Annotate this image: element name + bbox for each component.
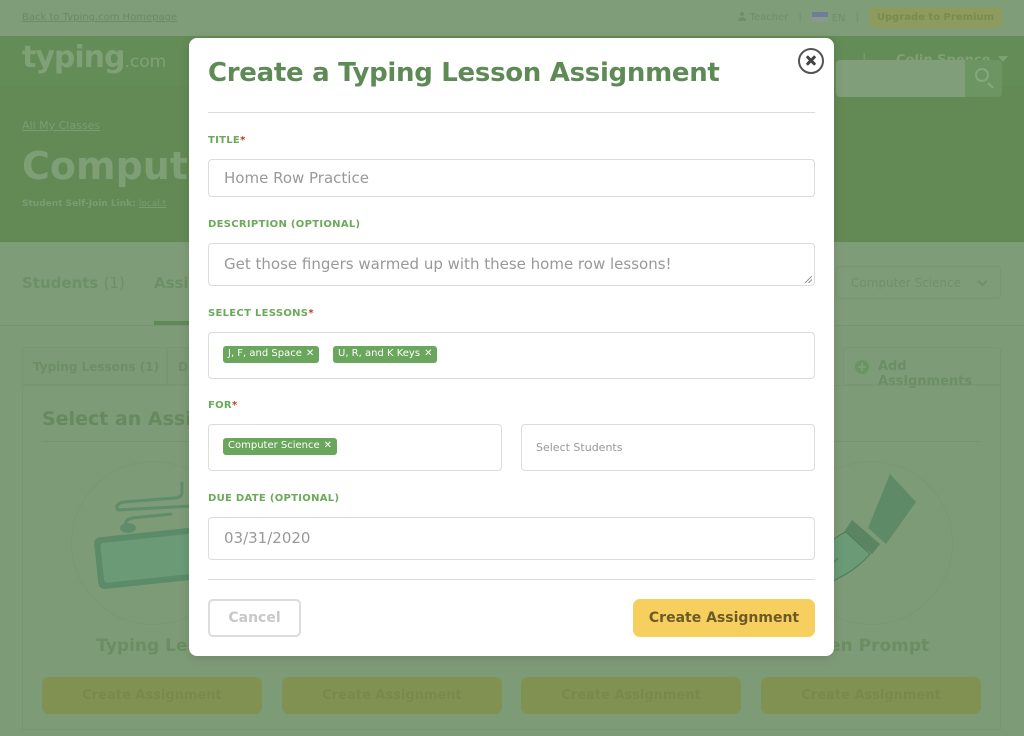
- user-icon: [737, 12, 746, 21]
- topbar-right: Teacher | EN | Upgrade to Premium: [737, 7, 1002, 28]
- self-join-label: Student Self-Join Link:: [22, 199, 136, 209]
- for-label: FOR*: [208, 400, 237, 411]
- cancel-button[interactable]: Cancel: [208, 599, 301, 637]
- role-indicator[interactable]: Teacher: [737, 12, 789, 23]
- remove-tag-icon[interactable]: ✕: [424, 348, 432, 359]
- label-text: FOR: [208, 400, 232, 411]
- search-icon: [975, 68, 989, 82]
- logo-suffix: .com: [124, 52, 167, 72]
- breadcrumb-all-classes[interactable]: All My Classes: [22, 119, 100, 132]
- divider: |: [855, 12, 859, 23]
- remove-tag-icon[interactable]: ✕: [306, 348, 314, 359]
- active-tab-indicator: [154, 321, 194, 325]
- class-multiselect[interactable]: Computer Science ✕: [208, 424, 502, 471]
- tag-label: U, R, and K Keys: [338, 348, 421, 359]
- divider: |: [798, 12, 802, 23]
- divider: [208, 112, 815, 113]
- lesson-tag: U, R, and K Keys ✕: [333, 346, 438, 363]
- required-marker: *: [308, 308, 314, 319]
- language-label: EN: [831, 12, 846, 24]
- language-selector[interactable]: EN: [811, 11, 846, 24]
- description-textarea[interactable]: Get those fingers warmed up with these h…: [208, 243, 815, 286]
- tab-label: Assi: [154, 274, 189, 292]
- create-assignment-button[interactable]: Create Assignment: [761, 677, 981, 714]
- chevron-down-icon: [977, 276, 988, 287]
- students-select[interactable]: Select Students: [521, 424, 815, 471]
- tab-label: Students: [22, 274, 99, 292]
- logo-text: typing: [22, 40, 125, 75]
- due-date-input[interactable]: 03/31/2020: [208, 517, 815, 560]
- title-input[interactable]: Home Row Practice: [208, 159, 815, 197]
- create-assignment-button[interactable]: Create Assignment: [42, 677, 262, 714]
- back-to-homepage-link[interactable]: Back to Typing.com Homepage: [22, 12, 177, 23]
- tag-label: Computer Science: [228, 440, 320, 451]
- class-select-dropdown[interactable]: Computer Science: [836, 266, 1001, 299]
- add-assignments-button[interactable]: Add Assignments: [843, 347, 1001, 389]
- class-tag: Computer Science ✕: [223, 438, 338, 455]
- label-text: TITLE: [208, 135, 241, 146]
- class-title: Compute: [22, 144, 214, 188]
- tab-students[interactable]: Students (1): [22, 274, 125, 292]
- search-icon-handle: [987, 82, 994, 89]
- plus-circle-icon: [855, 360, 869, 374]
- typing-logo[interactable]: typing.com: [22, 40, 166, 75]
- class-select-value: Computer Science: [851, 276, 961, 290]
- tag-label: J, F, and Space: [228, 348, 302, 359]
- required-marker: *: [240, 135, 246, 146]
- required-marker: *: [231, 400, 238, 411]
- top-utility-bar: Back to Typing.com Homepage Teacher | EN…: [0, 0, 1024, 36]
- role-label: Teacher: [749, 12, 789, 23]
- label-text: SELECT LESSONS: [208, 308, 309, 319]
- lessons-multiselect[interactable]: J, F, and Space ✕ U, R, and K Keys ✕: [208, 332, 815, 379]
- self-join-link[interactable]: local.t: [139, 199, 166, 209]
- panel-title: Select an Assi: [42, 408, 192, 430]
- create-assignment-button[interactable]: Create Assignment: [282, 677, 502, 714]
- lesson-tag: J, F, and Space ✕: [223, 346, 320, 363]
- self-join-info: Student Self-Join Link: local.t: [22, 199, 166, 209]
- due-date-label: DUE DATE (OPTIONAL): [208, 493, 340, 504]
- modal-title: Create a Typing Lesson Assignment: [208, 58, 720, 88]
- us-flag-icon: [811, 11, 828, 22]
- subtab-typing-lessons[interactable]: Typing Lessons (1): [22, 347, 167, 385]
- create-assignment-submit-button[interactable]: Create Assignment: [633, 599, 815, 637]
- tab-assignments[interactable]: Assi: [154, 274, 189, 292]
- upgrade-premium-button[interactable]: Upgrade to Premium: [868, 7, 1002, 28]
- description-text: Get those fingers warmed up with these h…: [224, 255, 672, 273]
- description-label: DESCRIPTION (OPTIONAL): [208, 219, 361, 230]
- tab-count: (1): [103, 274, 125, 292]
- search-button[interactable]: [965, 60, 1002, 97]
- title-label: TITLE*: [208, 135, 246, 146]
- search-input[interactable]: [836, 60, 966, 97]
- create-assignment-modal: Create a Typing Lesson Assignment TITLE*…: [189, 38, 834, 656]
- lessons-label: SELECT LESSONS*: [208, 308, 314, 319]
- divider: [208, 579, 815, 580]
- remove-tag-icon[interactable]: ✕: [324, 440, 332, 451]
- create-assignment-button[interactable]: Create Assignment: [521, 677, 741, 714]
- close-icon[interactable]: [798, 48, 824, 74]
- resize-handle-icon[interactable]: [805, 276, 812, 283]
